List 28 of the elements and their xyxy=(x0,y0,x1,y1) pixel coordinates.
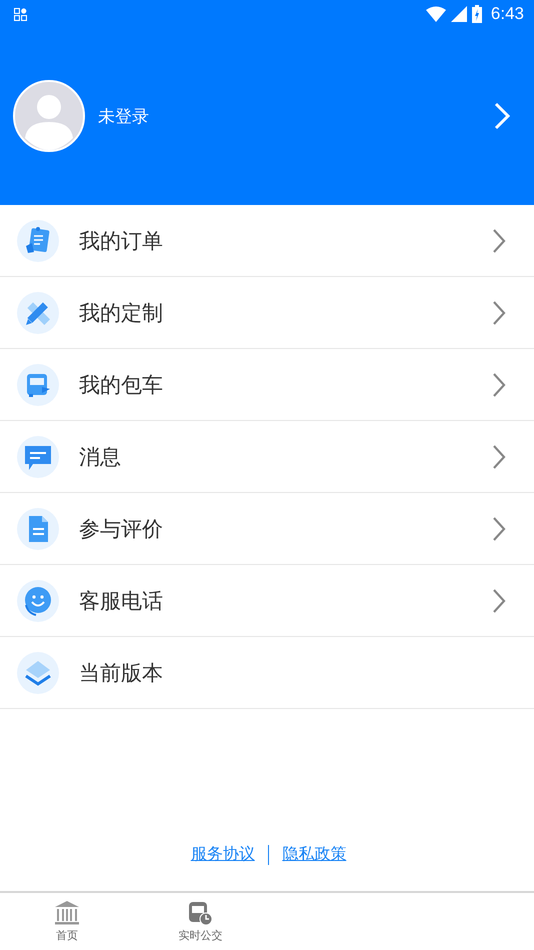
login-status[interactable]: 未登录 xyxy=(98,104,494,128)
smiley-icon xyxy=(16,578,60,622)
bank-icon xyxy=(54,900,80,926)
menu-item[interactable]: 我的定制 xyxy=(0,277,534,349)
menu-item[interactable]: 参与评价 xyxy=(0,493,534,565)
menu-item[interactable]: 我的订单 xyxy=(0,205,534,277)
menu-item[interactable]: 当前版本 xyxy=(0,637,534,709)
chevron-right-icon[interactable] xyxy=(494,102,510,130)
avatar-icon[interactable] xyxy=(13,80,85,152)
chat-icon xyxy=(16,434,60,478)
clipboard-icon xyxy=(16,218,60,262)
signal-icon xyxy=(450,6,467,22)
bus-icon xyxy=(16,362,60,406)
status-time: 6:43 xyxy=(490,4,524,24)
battery-icon xyxy=(472,5,482,23)
menu-item[interactable]: 客服电话 xyxy=(0,565,534,637)
nav-tab[interactable]: 首页 xyxy=(0,893,134,950)
policy-link[interactable]: 服务协议 xyxy=(190,844,255,865)
wifi-icon xyxy=(426,6,446,22)
menu-item[interactable]: 消息 xyxy=(0,421,534,493)
policy-link[interactable]: 隐私政策 xyxy=(282,844,346,865)
pencil-ruler-icon xyxy=(16,290,60,334)
notification-icon xyxy=(14,8,27,20)
layers-icon xyxy=(16,650,60,694)
nav-tab[interactable]: 实时公交 xyxy=(134,893,267,950)
bus-clock-icon xyxy=(187,900,214,926)
menu-item[interactable]: 我的包车 xyxy=(0,349,534,421)
document-icon xyxy=(16,506,60,550)
